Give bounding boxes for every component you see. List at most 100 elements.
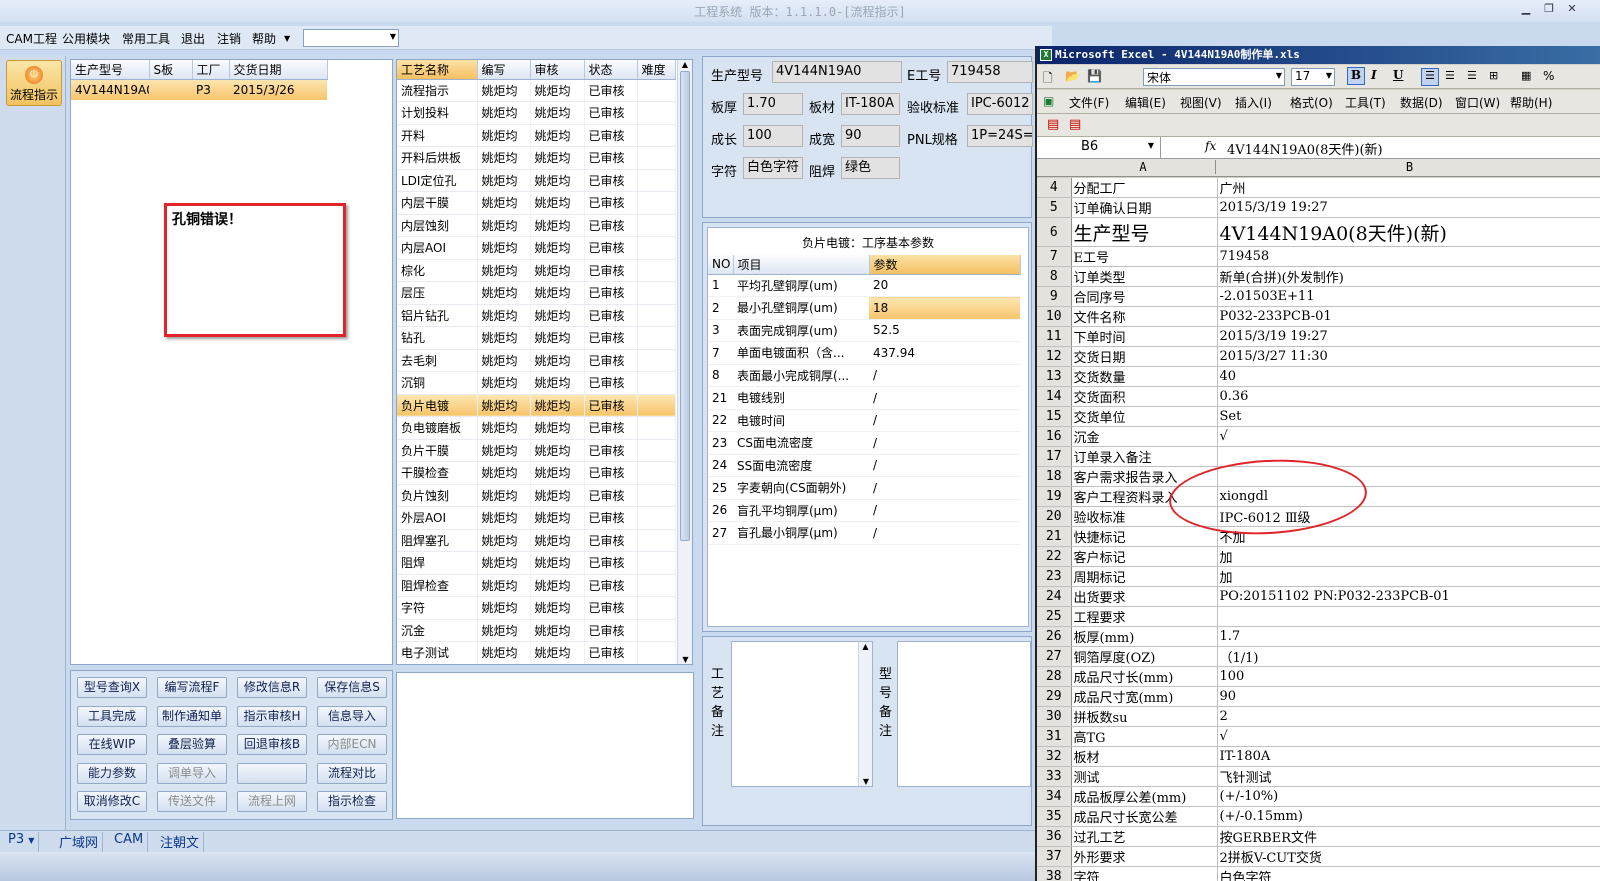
table-row[interactable]: 5 订单确认日期 2015/3/19 19:27 bbox=[1037, 197, 1600, 218]
excel-menu-format[interactable]: 格式(O) bbox=[1290, 94, 1333, 111]
excel-menu-tools[interactable]: 工具(T) bbox=[1345, 94, 1386, 111]
table-row[interactable]: 铝片钻孔 姚炬均 姚炬均 已审核 bbox=[397, 304, 676, 327]
row-number[interactable]: 15 bbox=[1037, 406, 1072, 427]
cell-a[interactable]: 快捷标记 bbox=[1071, 526, 1218, 547]
tab-note[interactable]: 注朝文 bbox=[156, 832, 205, 852]
table-row[interactable]: 24 SS面电流密度 / bbox=[708, 454, 1020, 477]
col-a-header[interactable]: A bbox=[1071, 160, 1216, 174]
name-box[interactable]: B6 ▼ bbox=[1037, 137, 1161, 158]
table-row[interactable]: 9 合同序号 -2.01503E+11 bbox=[1037, 286, 1600, 307]
excel-menu-help[interactable]: 帮助(H) bbox=[1510, 94, 1552, 111]
cell-b[interactable]: 2 bbox=[1217, 706, 1600, 727]
cell-a[interactable]: 交货面积 bbox=[1071, 386, 1218, 407]
row-number[interactable]: 26 bbox=[1037, 626, 1072, 647]
table-row[interactable]: 8 表面最小完成铜厚(... / bbox=[708, 364, 1020, 387]
close-icon[interactable]: ✕ bbox=[1563, 2, 1581, 18]
font-select[interactable]: 宋体 ▼ bbox=[1143, 68, 1285, 86]
maximize-icon[interactable]: ❐ bbox=[1540, 2, 1558, 18]
table-row[interactable]: 23 周期标记加 bbox=[1037, 566, 1600, 587]
table-row[interactable]: 13 交货数量 40 bbox=[1037, 366, 1600, 387]
table-row[interactable]: 14 交货面积 0.36 bbox=[1037, 386, 1600, 407]
cell-a[interactable]: 板厚(mm) bbox=[1071, 626, 1218, 647]
cell-b[interactable]: 40 bbox=[1217, 366, 1600, 387]
row-number[interactable]: 36 bbox=[1037, 826, 1072, 847]
table-row[interactable]: 电子测试 姚炬均 姚炬均 已审核 bbox=[397, 641, 676, 664]
col-factory[interactable]: 工厂 bbox=[192, 60, 230, 80]
cell-a[interactable]: 工程要求 bbox=[1071, 606, 1218, 627]
cell-a[interactable]: 订单确认日期 bbox=[1071, 197, 1218, 218]
action-button-1-0[interactable]: 工具完成 bbox=[77, 705, 147, 727]
table-row[interactable]: 22 电镀时间 / bbox=[708, 409, 1020, 432]
cell-b[interactable]: 719458 bbox=[1217, 246, 1600, 267]
action-button-0-3[interactable]: 保存信息S bbox=[317, 677, 387, 698]
table-row[interactable]: 4V144N19A0 P3 2015/3/26 bbox=[71, 79, 327, 100]
cell-a[interactable]: 生产型号 bbox=[1071, 217, 1218, 247]
action-button-2-1[interactable]: 叠层验算 bbox=[157, 734, 227, 755]
cell-a[interactable]: 订单类型 bbox=[1071, 266, 1218, 287]
cell-a[interactable]: 高TG bbox=[1071, 726, 1218, 747]
align-center-icon[interactable]: ☰ bbox=[1445, 69, 1455, 82]
table-row[interactable]: 29 成品尺寸宽(mm) 90 bbox=[1037, 686, 1600, 707]
cell-b[interactable]: 新单(合拼)(外发制作) bbox=[1217, 266, 1600, 287]
menu-dropdown-icon[interactable]: ▼ bbox=[284, 34, 290, 43]
table-row[interactable]: 11 下单时间 2015/3/19 19:27 bbox=[1037, 326, 1600, 347]
row-number[interactable]: 28 bbox=[1037, 666, 1072, 687]
table-row[interactable]: 32 板材 IT-180A bbox=[1037, 746, 1600, 767]
row-number[interactable]: 14 bbox=[1037, 386, 1072, 407]
col-item[interactable]: 项目 bbox=[733, 255, 870, 275]
action-button-1-2[interactable]: 指示审核H bbox=[237, 705, 307, 727]
cell-b[interactable]: 2拼板V-CUT交货 bbox=[1217, 846, 1600, 867]
action-button-2-2[interactable]: 回退审核B bbox=[237, 734, 307, 755]
action-button-3-3[interactable]: 流程对比 bbox=[317, 762, 387, 784]
row-number[interactable]: 9 bbox=[1037, 286, 1072, 307]
action-button-4-0[interactable]: 取消修改C bbox=[77, 791, 147, 812]
new-icon[interactable]: 🗋 bbox=[1043, 69, 1053, 90]
col-difficulty[interactable]: 难度 bbox=[637, 60, 676, 80]
row-number[interactable]: 35 bbox=[1037, 806, 1072, 827]
cell-b[interactable]: 加 bbox=[1217, 546, 1600, 567]
table-row[interactable]: 16 沉金 √ bbox=[1037, 426, 1600, 447]
cell-b[interactable]: 加 bbox=[1217, 566, 1600, 587]
table-row[interactable]: 38 字符 白色字符 bbox=[1037, 866, 1600, 881]
excel-menu-window[interactable]: 窗口(W) bbox=[1455, 94, 1500, 111]
table-row[interactable]: 28 成品尺寸长(mm) 100 bbox=[1037, 666, 1600, 687]
cell-a[interactable]: 成品尺寸长(mm) bbox=[1071, 666, 1218, 687]
row-number[interactable]: 27 bbox=[1037, 646, 1072, 667]
row-number[interactable]: 6 bbox=[1037, 217, 1072, 247]
table-row[interactable]: 37 外形要求 2拼板V-CUT交货 bbox=[1037, 846, 1600, 867]
table-row[interactable]: 负片蚀刻 姚炬均 姚炬均 已审核 bbox=[397, 484, 676, 507]
cell-b[interactable]: -2.01503E+11 bbox=[1217, 286, 1600, 307]
cell-b[interactable]: 广州 bbox=[1217, 178, 1600, 198]
cell-b[interactable]: 4V144N19A0(8天件)(新) bbox=[1217, 217, 1600, 247]
table-row[interactable]: 36 过孔工艺 按GERBER文件 bbox=[1037, 826, 1600, 847]
excel-sheet[interactable]: 4 分配工厂 广州 5 订单确认日期 2015/3/19 19:27 6 生产型号 4V144N… bbox=[1037, 178, 1600, 881]
excel-menu-insert[interactable]: 插入(I) bbox=[1235, 94, 1272, 111]
table-row[interactable]: 去毛刺 姚炬均 姚炬均 已审核 bbox=[397, 349, 676, 372]
width-field[interactable]: 90 bbox=[841, 125, 900, 147]
table-row[interactable]: 棕化 姚炬均 姚炬均 已审核 bbox=[397, 259, 676, 282]
align-right-icon[interactable]: ☰ bbox=[1467, 69, 1477, 82]
cell-b[interactable]: 白色字符 bbox=[1217, 866, 1600, 881]
table-row[interactable]: 负电镀磨板 姚炬均 姚炬均 已审核 bbox=[397, 416, 676, 440]
standard-field[interactable]: IPC-6012 bbox=[967, 93, 1033, 115]
action-button-0-1[interactable]: 编写流程F bbox=[157, 677, 227, 698]
table-row[interactable]: LDI定位孔 姚炬均 姚炬均 已审核 bbox=[397, 169, 676, 192]
cell-a[interactable]: 拼板数su bbox=[1071, 706, 1218, 727]
table-row[interactable]: 6 生产型号 4V144N19A0(8天件)(新) bbox=[1037, 217, 1600, 247]
cell-a[interactable]: 字符 bbox=[1071, 866, 1218, 881]
scroll-up-icon[interactable]: ▲ bbox=[859, 642, 872, 651]
row-number[interactable]: 13 bbox=[1037, 366, 1072, 387]
cell-b[interactable]: (+/-10%) bbox=[1217, 786, 1600, 807]
action-button-0-2[interactable]: 修改信息R bbox=[237, 677, 307, 698]
cell-b[interactable]: 2015/3/27 11:30 bbox=[1217, 346, 1600, 367]
table-row[interactable]: 负片干膜 姚炬均 姚炬均 已审核 bbox=[397, 439, 676, 462]
action-button-2-3[interactable]: 内部ECN bbox=[317, 734, 387, 755]
cell-a[interactable]: 出货要求 bbox=[1071, 586, 1218, 607]
table-row[interactable]: 3 表面完成铜厚(um) 52.5 bbox=[708, 319, 1020, 342]
table-row[interactable]: 沉金 姚炬均 姚炬均 已审核 bbox=[397, 619, 676, 642]
table-row[interactable]: 23 CS面电流密度 / bbox=[708, 431, 1020, 455]
table-row[interactable]: 15 交货单位 Set bbox=[1037, 406, 1600, 427]
cell-a[interactable]: 下单时间 bbox=[1071, 326, 1218, 347]
table-row[interactable]: 阻焊 姚炬均 姚炬均 已审核 bbox=[397, 551, 676, 575]
pnl-field[interactable]: 1P=24S=2 bbox=[967, 125, 1033, 147]
